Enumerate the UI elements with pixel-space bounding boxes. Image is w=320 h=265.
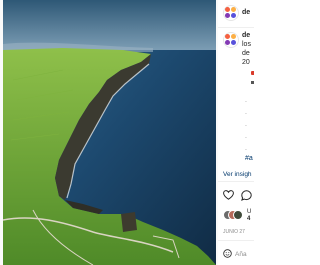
liked-by-text[interactable]: U: [247, 209, 251, 216]
caption-dot: .: [245, 109, 247, 116]
caption-line: los: [242, 41, 251, 48]
emoji-icon: [251, 71, 254, 75]
hashtag-link[interactable]: #a: [245, 154, 253, 163]
add-comment-input[interactable]: Aña: [235, 250, 247, 259]
post-side-panel: de de los de 20 . . . . . #a Ver insigh: [218, 0, 254, 265]
caption-dot: .: [245, 133, 247, 140]
caption-dot: .: [245, 121, 247, 128]
emoji-icon: [251, 81, 254, 84]
header-avatar[interactable]: [223, 5, 239, 21]
emoji-smiley-icon[interactable]: [223, 249, 232, 258]
header-username[interactable]: de: [242, 8, 250, 17]
cliffs-photo: [3, 0, 216, 265]
caption-line: de: [242, 50, 250, 57]
likes-count[interactable]: 4: [247, 216, 250, 223]
post-photo[interactable]: [3, 0, 216, 265]
header-divider: [218, 27, 254, 28]
caption-dot: .: [245, 97, 247, 104]
like-heart-icon[interactable]: [223, 190, 234, 200]
caption-line: 20: [242, 59, 250, 66]
comment-divider: [218, 240, 254, 241]
comment-bubble-icon[interactable]: [241, 190, 252, 201]
instagram-post-viewer: de de los de 20 . . . . . #a Ver insigh: [0, 0, 254, 265]
caption-avatar[interactable]: [223, 32, 239, 48]
view-insights-link[interactable]: Ver insigh: [223, 170, 252, 179]
liker-avatar: [233, 210, 243, 220]
liked-by-avatars[interactable]: [223, 210, 245, 220]
insights-divider: [218, 181, 254, 182]
caption-dot: .: [245, 145, 247, 152]
caption-username[interactable]: de: [242, 31, 250, 40]
post-date: JUNIO 27: [223, 229, 245, 235]
